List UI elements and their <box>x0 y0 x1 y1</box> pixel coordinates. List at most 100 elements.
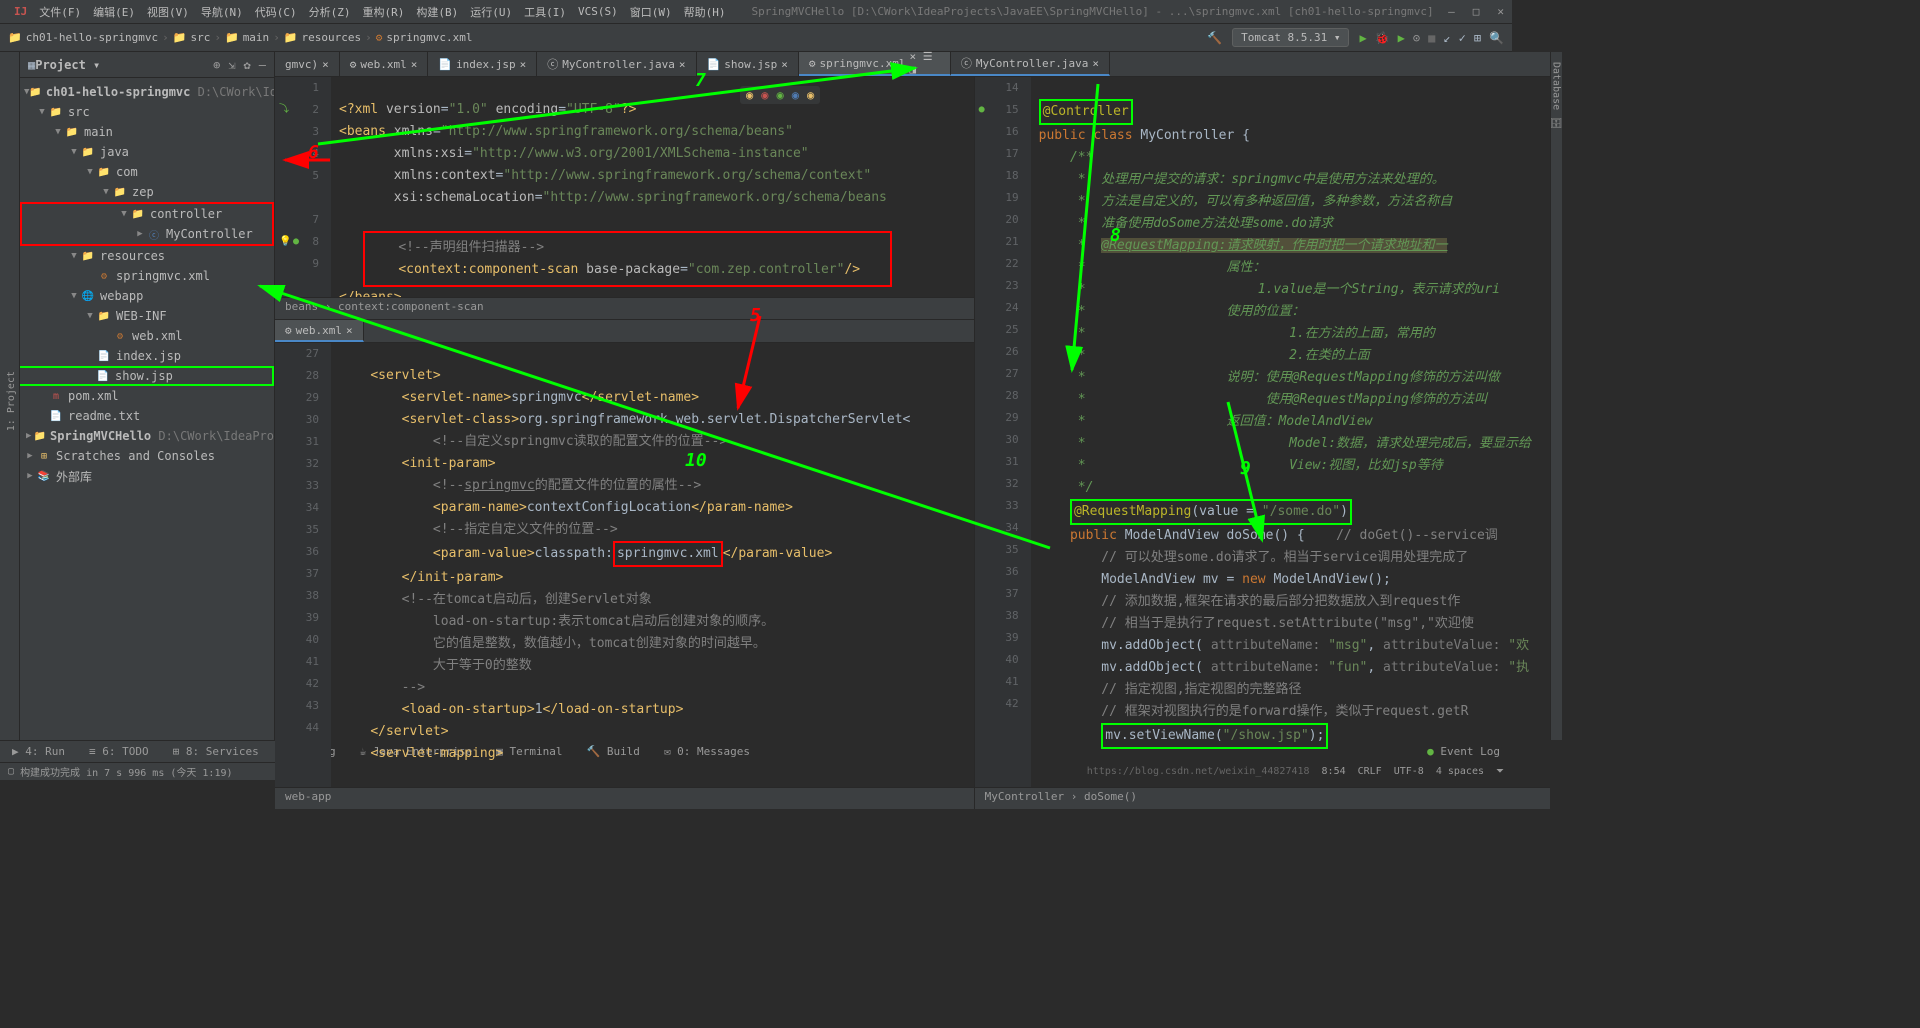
tab-springmvcxml[interactable]: ⚙ springmvc.xml × ☰ ◨ <box>799 52 951 76</box>
tree-springmvchello2[interactable]: ▶📁SpringMVCHello D:\CWork\IdeaPro <box>20 426 274 446</box>
menu-build[interactable]: 构建(B) <box>410 4 464 20</box>
tab-gmvc[interactable]: gmvc) × <box>275 52 340 76</box>
breadtrail-top: beans › context:component-scan <box>275 297 974 319</box>
right-tool-stripe: Database 🗄 <box>1550 52 1562 740</box>
coverage-icon[interactable]: ▶ <box>1398 31 1405 45</box>
menu-tools[interactable]: 工具(I) <box>518 4 572 20</box>
tree-webinf[interactable]: ▼📁WEB-INF <box>20 306 274 326</box>
run-config-dropdown[interactable]: Tomcat 8.5.31 ▾ <box>1232 28 1349 47</box>
code-mycontroller[interactable]: @Controller public class MyController { … <box>1031 77 1550 787</box>
window-controls: — □ ✕ <box>1448 5 1504 18</box>
gutter-right: 1415161718192021222324252627282930313233… <box>975 77 1031 787</box>
hide-icon[interactable]: — <box>259 58 266 72</box>
tree-indexjsp[interactable]: 📄index.jsp <box>20 346 274 366</box>
vtab-database[interactable]: Database 🗄 <box>1551 52 1562 129</box>
tree-webapp[interactable]: ▼🌐webapp <box>20 286 274 306</box>
editor-area: gmvc) × ⚙ web.xml × 📄 index.jsp × ⓒ MyCo… <box>275 52 1550 740</box>
expand-icon[interactable]: ⇲ <box>228 58 235 72</box>
tool-todo[interactable]: ≡ 6: TODO <box>89 745 149 758</box>
menu-navigate[interactable]: 导航(N) <box>195 4 249 20</box>
tree-com[interactable]: ▼📁com <box>20 162 274 182</box>
tree-zep[interactable]: ▼📁zep <box>20 182 274 202</box>
ext-icon3[interactable]: ◉ <box>807 88 814 102</box>
menu-view[interactable]: 视图(V) <box>141 4 195 20</box>
left-tool-stripe: 1: Project 7: Structure ⊕ Web 2: Favorit… <box>0 52 20 740</box>
status-icon[interactable]: ▢ <box>8 766 14 777</box>
chrome-icon[interactable]: ◉ <box>746 88 753 102</box>
tab-indexjsp[interactable]: 📄 index.jsp × <box>428 52 537 76</box>
menu-help[interactable]: 帮助(H) <box>678 4 732 20</box>
webxml-split-tab: ⚙ web.xml × <box>275 319 974 343</box>
tree-webxml[interactable]: ⚙web.xml <box>20 326 274 346</box>
ff-icon[interactable]: ◉ <box>761 88 768 102</box>
vcs-update-icon[interactable]: ↙ <box>1443 31 1450 45</box>
tree-mycontroller[interactable]: ▶ⓒMyController <box>22 224 272 244</box>
profile-icon[interactable]: ⊙ <box>1413 31 1420 45</box>
crumb-0[interactable]: ch01-hello-springmvc <box>26 31 158 44</box>
collapse-icon[interactable]: ✿ <box>244 58 251 72</box>
gutter-bottom: 272829303132333435363738394041424344 <box>275 343 331 787</box>
build-icon[interactable]: 🔨 <box>1207 31 1222 45</box>
vcs-commit-icon[interactable]: ✓ <box>1459 31 1466 45</box>
tree-resources[interactable]: ▼📁resources <box>20 246 274 266</box>
tree-springmvcxml[interactable]: ⚙springmvc.xml <box>20 266 274 286</box>
search-icon[interactable]: 🔍 <box>1489 31 1504 45</box>
crumb-4[interactable]: springmvc.xml <box>386 31 472 44</box>
panel-icon: ▦ <box>28 58 35 72</box>
annotation-box-controller: ▼📁controller ▶ⓒMyController <box>20 202 274 246</box>
tree-readme[interactable]: 📄readme.txt <box>20 406 274 426</box>
menu-code[interactable]: 代码(C) <box>249 4 303 20</box>
close-icon[interactable]: ✕ <box>1497 5 1504 18</box>
menu-file[interactable]: 文件(F) <box>33 4 87 20</box>
floating-icons: ◉ ◉ ◉ ◉ ◉ <box>740 86 820 104</box>
structure-icon[interactable]: ⊞ <box>1474 31 1481 45</box>
menu-vcs[interactable]: VCS(S) <box>572 5 624 18</box>
menu-bar: IJ 文件(F) 编辑(E) 视图(V) 导航(N) 代码(C) 分析(Z) 重… <box>0 0 1512 24</box>
tree-java[interactable]: ▼📁java <box>20 142 274 162</box>
crumb-1[interactable]: src <box>190 31 210 44</box>
panel-title[interactable]: Project ▾ <box>35 58 213 72</box>
tool-run[interactable]: ▶ 4: Run <box>12 745 65 758</box>
tab-webxml[interactable]: ⚙ web.xml × <box>340 52 429 76</box>
tree-scratches[interactable]: ▶⊞Scratches and Consoles <box>20 446 274 466</box>
menu-run[interactable]: 运行(U) <box>464 4 518 20</box>
tree-external[interactable]: ▶📚外部库 <box>20 466 274 486</box>
tool-services[interactable]: ⊞ 8: Services <box>173 745 259 758</box>
breadtrail-bottom: web-app <box>275 787 974 809</box>
stop-icon[interactable]: ■ <box>1428 31 1435 45</box>
breadcrumb: 📁ch01-hello-springmvc› 📁src› 📁main› 📁res… <box>8 31 472 44</box>
app-icon: IJ <box>8 5 33 18</box>
crumb-2[interactable]: main <box>243 31 270 44</box>
debug-icon[interactable]: 🐞 <box>1375 31 1390 45</box>
minimize-icon[interactable]: — <box>1448 5 1455 18</box>
tree-src[interactable]: ▼📁src <box>20 102 274 122</box>
tree-showjsp[interactable]: 📄show.jsp <box>20 366 274 386</box>
tab-webxml-split[interactable]: ⚙ web.xml × <box>275 320 364 342</box>
tree-main[interactable]: ▼📁main <box>20 122 274 142</box>
tab-showjsp[interactable]: 📄 show.jsp × <box>697 52 799 76</box>
tab-mycontroller-right[interactable]: ⓒ MyController.java × <box>951 52 1110 76</box>
menu-window[interactable]: 窗口(W) <box>624 4 678 20</box>
project-panel: ▦ Project ▾ ⊕ ⇲ ✿ — ▼📁ch01-hello-springm… <box>20 52 275 740</box>
tab-mycontroller[interactable]: ⓒ MyController.java × <box>537 52 696 76</box>
tree-pom[interactable]: mpom.xml <box>20 386 274 406</box>
navigation-bar: 📁ch01-hello-springmvc› 📁src› 📁main› 📁res… <box>0 24 1512 52</box>
editor-tabs: gmvc) × ⚙ web.xml × 📄 index.jsp × ⓒ MyCo… <box>275 52 1550 77</box>
menu-edit[interactable]: 编辑(E) <box>87 4 141 20</box>
ext-icon2[interactable]: ◉ <box>792 88 799 102</box>
vtab-project[interactable]: 1: Project <box>4 365 19 437</box>
tree-controller[interactable]: ▼📁controller <box>22 204 272 224</box>
tree-root[interactable]: ▼📁ch01-hello-springmvc D:\CWork\Id <box>20 82 274 102</box>
code-webxml[interactable]: <servlet> <servlet-name>springmvc</servl… <box>331 343 974 787</box>
maximize-icon[interactable]: □ <box>1473 5 1480 18</box>
ext-icon[interactable]: ◉ <box>776 88 783 102</box>
run-icon[interactable]: ▶ <box>1359 31 1366 45</box>
breadtrail-right: MyController › doSome() <box>975 787 1550 809</box>
target-icon[interactable]: ⊕ <box>213 58 220 72</box>
gutter-top: 12345789 ⤵ 💡 ● <box>275 77 331 297</box>
code-springmvcxml[interactable]: <?xml version="1.0" encoding="UTF-8"?> <… <box>331 77 974 297</box>
project-tree[interactable]: ▼📁ch01-hello-springmvc D:\CWork\Id ▼📁src… <box>20 78 274 490</box>
crumb-3[interactable]: resources <box>302 31 362 44</box>
menu-refactor[interactable]: 重构(R) <box>357 4 411 20</box>
menu-analyze[interactable]: 分析(Z) <box>303 4 357 20</box>
